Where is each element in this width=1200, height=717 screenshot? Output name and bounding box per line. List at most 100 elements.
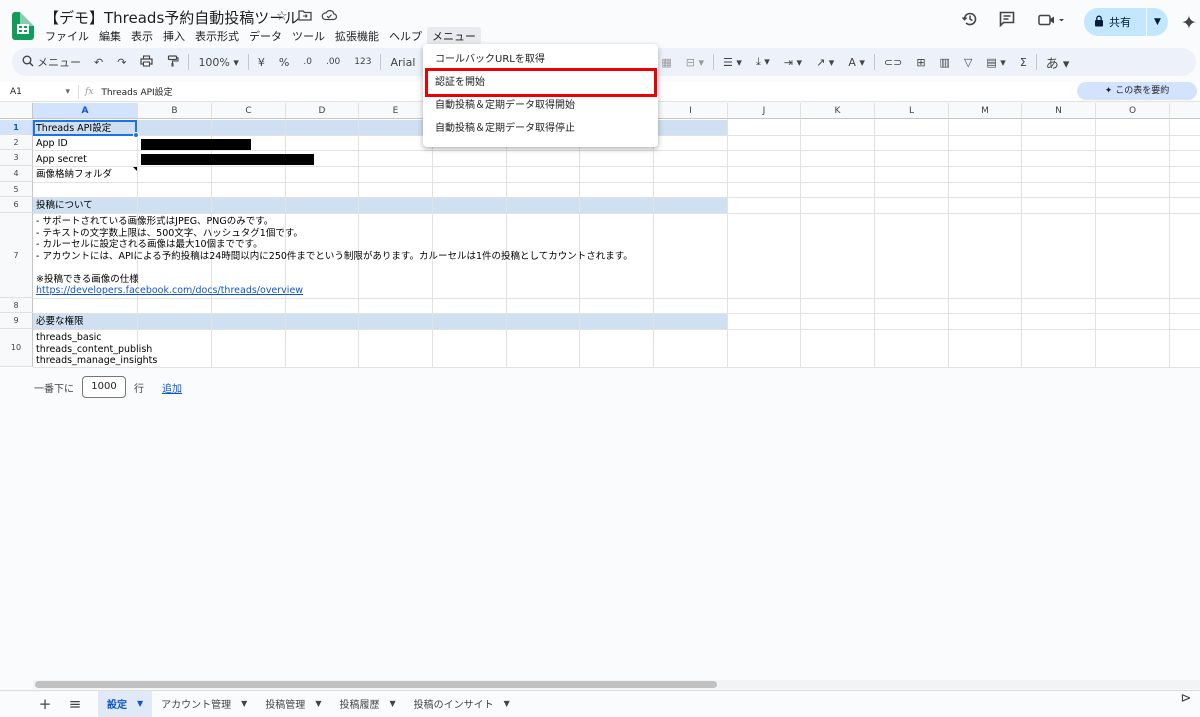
text-rotation-icon[interactable]: ↗ ▾ — [809, 56, 841, 69]
cell-a3[interactable]: App secret — [36, 154, 87, 166]
sheet-tab-accounts[interactable]: アカウント管理 ▼ — [152, 691, 256, 717]
decrease-decimal-button[interactable]: .0 — [296, 57, 319, 67]
cell-a10-line-3[interactable]: threads_manage_insights — [36, 355, 157, 367]
font-select[interactable]: Arial — [383, 56, 422, 69]
menu-item-start-auto-post[interactable]: 自動投稿＆定期データ取得開始 — [423, 94, 658, 117]
filter-views-icon[interactable]: ▤ ▾ — [979, 56, 1012, 69]
horizontal-align-icon[interactable]: ☰ ▾ — [716, 56, 749, 69]
menu-extensions[interactable]: 拡張機能 — [330, 27, 384, 45]
share-button[interactable]: 共有 ▼ — [1084, 8, 1168, 36]
column-header-o[interactable]: O — [1096, 103, 1170, 119]
column-header-e[interactable]: E — [359, 103, 433, 119]
select-all-corner[interactable] — [0, 103, 33, 119]
column-header-l[interactable]: L — [875, 103, 949, 119]
column-header-n[interactable]: N — [1022, 103, 1096, 119]
column-header-m[interactable]: M — [949, 103, 1022, 119]
menu-data[interactable]: データ — [244, 27, 287, 45]
redo-icon[interactable]: ↷ — [110, 56, 133, 69]
vertical-align-icon[interactable]: ⤓ ▾ — [749, 55, 777, 69]
increase-decimal-button[interactable]: .00 — [319, 57, 347, 67]
input-tools-icon[interactable]: あ ▾ — [1039, 53, 1077, 72]
star-icon[interactable]: ☆ — [276, 9, 288, 24]
version-history-icon[interactable] — [957, 10, 983, 36]
menu-tools[interactable]: ツール — [287, 27, 330, 45]
document-title[interactable]: 【デモ】Threads予約自動投稿ツール — [44, 7, 299, 28]
gemini-sparkle-icon[interactable]: ✦ — [1176, 10, 1200, 36]
menu-view[interactable]: 表示 — [126, 27, 158, 45]
menu-help[interactable]: ヘルプ — [384, 27, 427, 45]
text-wrap-icon[interactable]: ⇥ ▾ — [777, 56, 809, 69]
sheet-tab-posts[interactable]: 投稿管理 ▼ — [256, 691, 330, 717]
number-format-button[interactable]: 123 — [347, 57, 378, 67]
column-header-p[interactable] — [1170, 103, 1200, 119]
menu-item-stop-auto-post[interactable]: 自動投稿＆定期データ取得停止 — [423, 117, 658, 140]
tab-chevron-down-icon[interactable]: ▼ — [504, 699, 510, 708]
borders-icon[interactable]: ▦ — [654, 56, 678, 69]
cell-a2[interactable]: App ID — [36, 138, 68, 150]
cell-a10-line-2[interactable]: threads_content_publish — [36, 344, 152, 356]
meet-video-icon[interactable] — [1034, 10, 1070, 36]
add-rows-button[interactable]: 追加 — [162, 380, 182, 395]
column-header-k[interactable]: K — [801, 103, 875, 119]
share-dropdown-icon[interactable]: ▼ — [1147, 17, 1168, 27]
merge-cells-icon[interactable]: ⊟ ▾ — [679, 56, 711, 69]
name-box[interactable]: A1 — [0, 87, 78, 97]
insert-link-icon[interactable]: ⊂⊃ — [877, 56, 909, 69]
summarize-table-button[interactable]: ✦ この表を要約 — [1077, 82, 1197, 100]
cloud-status-icon[interactable] — [321, 9, 338, 25]
horizontal-scrollbar[interactable] — [33, 680, 1200, 689]
row-header-5[interactable]: 5 — [0, 182, 33, 197]
move-folder-icon[interactable] — [298, 9, 312, 25]
tab-chevron-down-icon[interactable]: ▼ — [137, 699, 143, 708]
column-header-i[interactable]: I — [654, 103, 728, 119]
column-header-c[interactable]: C — [212, 103, 286, 119]
row-header-8[interactable]: 8 — [0, 298, 33, 313]
row-header-10[interactable]: 10 — [0, 329, 33, 367]
cell-a4[interactable]: 画像格納フォルダ — [36, 169, 112, 181]
tab-chevron-down-icon[interactable]: ▼ — [241, 699, 247, 708]
column-header-a[interactable]: A — [33, 103, 138, 119]
menu-file[interactable]: ファイル — [40, 27, 94, 45]
column-header-j[interactable]: J — [728, 103, 801, 119]
row-header-3[interactable]: 3 — [0, 150, 33, 166]
row-header-2[interactable]: 2 — [0, 135, 33, 150]
menu-insert[interactable]: 挿入 — [158, 27, 190, 45]
comments-icon[interactable] — [994, 10, 1020, 36]
sheet-tab-history[interactable]: 投稿履歴 ▼ — [330, 691, 404, 717]
scrollbar-thumb[interactable] — [35, 681, 717, 688]
print-icon[interactable] — [133, 54, 160, 70]
cell-a9[interactable]: 必要な権限 — [36, 316, 84, 328]
row-header-6[interactable]: 6 — [0, 197, 33, 213]
functions-icon[interactable]: Σ — [1013, 56, 1034, 69]
row-header-9[interactable]: 9 — [0, 313, 33, 329]
insert-chart-icon[interactable]: ▥ — [933, 56, 957, 69]
column-header-d[interactable]: D — [286, 103, 359, 119]
filter-icon[interactable]: ▽ — [957, 56, 979, 69]
formula-input[interactable]: Threads API設定 — [101, 85, 172, 98]
cell-a10-line-1[interactable]: threads_basic — [36, 332, 102, 344]
insert-comment-icon[interactable]: ⊞ — [909, 56, 932, 69]
menu-custom[interactable]: メニュー — [427, 27, 481, 45]
column-header-b[interactable]: B — [138, 103, 212, 119]
currency-format-button[interactable]: ¥ — [251, 56, 272, 69]
add-sheet-icon[interactable]: + — [30, 695, 60, 713]
row-header-7[interactable]: 7 — [0, 213, 33, 298]
add-rows-count-input[interactable]: 1000 — [82, 376, 126, 398]
menu-format[interactable]: 表示形式 — [190, 27, 244, 45]
undo-icon[interactable]: ↶ — [87, 56, 110, 69]
cell-a6[interactable]: 投稿について — [36, 200, 93, 212]
fill-handle[interactable] — [133, 132, 139, 138]
text-color-icon[interactable]: A ▾ — [841, 56, 872, 69]
row-header-1[interactable]: 1 — [0, 120, 33, 135]
row-header-4[interactable]: 4 — [0, 166, 33, 182]
threads-docs-link[interactable]: https://developers.facebook.com/docs/thr… — [36, 285, 303, 297]
menu-search[interactable]: メニュー — [16, 54, 87, 70]
all-sheets-icon[interactable]: ≡ — [60, 695, 90, 713]
paint-format-icon[interactable] — [160, 54, 186, 70]
sheet-tab-settings[interactable]: 設定 ▼ — [98, 690, 153, 717]
sheets-logo-icon[interactable] — [12, 12, 34, 40]
sheet-tab-insights[interactable]: 投稿のインサイト ▼ — [405, 691, 519, 717]
explore-panel-icon[interactable]: ⊳ — [1176, 691, 1196, 713]
tab-chevron-down-icon[interactable]: ▼ — [389, 699, 395, 708]
menu-edit[interactable]: 編集 — [94, 27, 126, 45]
